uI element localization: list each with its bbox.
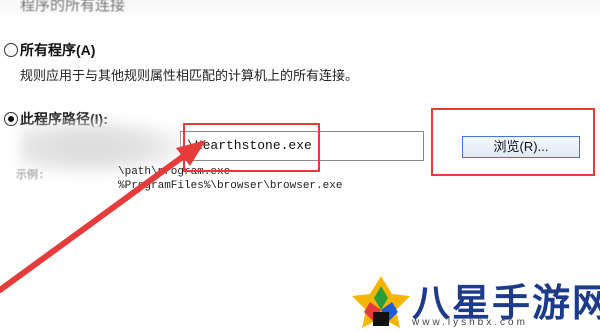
watermark-url: www.lyshbx.com xyxy=(412,317,528,328)
watermark-logo-icon xyxy=(352,276,410,328)
